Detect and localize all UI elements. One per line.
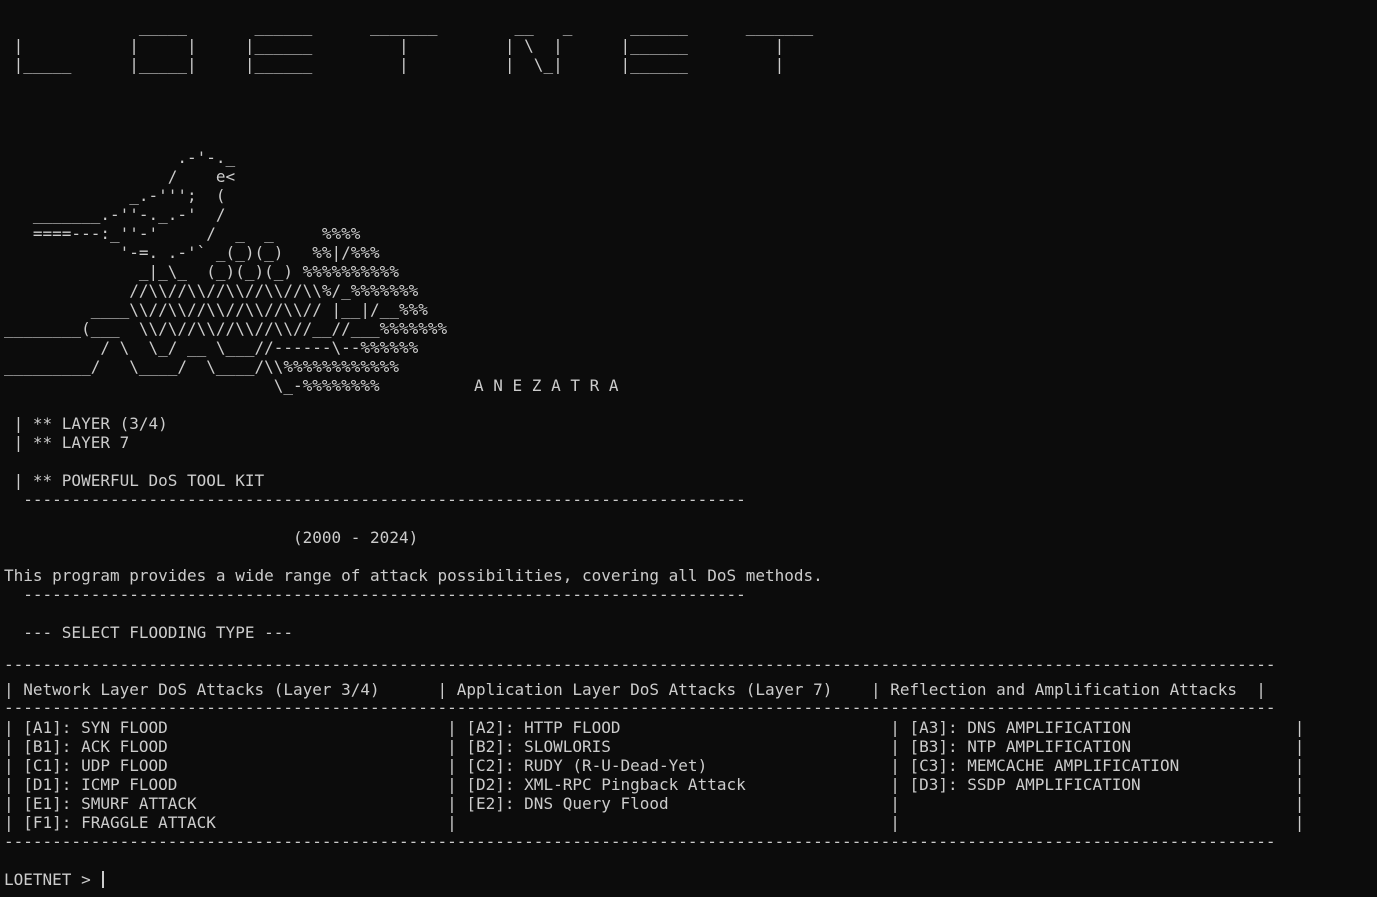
art-line-9: ____\\//\\//\\//\\//\\// |__|/__%%%: [4, 300, 428, 319]
art-line-4: _______.-''-._.-' /: [4, 205, 226, 224]
command-prompt[interactable]: LOETNET >: [4, 870, 105, 889]
layer-3-4-label: | ** LAYER (3/4): [4, 414, 168, 433]
divider-2: ----------------------------------------…: [4, 585, 746, 604]
toolkit-label: | ** POWERFUL DoS TOOL KIT: [4, 471, 265, 490]
art-line-7: _|_\_ (_)(_)(_) %%%%%%%%%%: [4, 262, 399, 281]
menu-border-bottom: ----------------------------------------…: [4, 832, 1276, 851]
menu-row-2: | [B1]: ACK FLOOD | [B2]: SLOWLORIS | [B…: [4, 737, 1305, 756]
logo-line-3: |_____ |_____| |______ | | \_| |______ |: [4, 55, 785, 74]
prompt-label: LOETNET >: [4, 870, 101, 889]
menu-row-3: | [C1]: UDP FLOOD | [C2]: RUDY (R-U-Dead…: [4, 756, 1305, 775]
text-cursor[interactable]: [102, 871, 105, 888]
art-line-10: ________(___ \\/\//\\//\\//\\//__//___%%…: [4, 319, 448, 338]
menu-row-1: | [A1]: SYN FLOOD | [A2]: HTTP FLOOD | […: [4, 718, 1305, 737]
years-label: (2000 - 2024): [4, 528, 419, 547]
art-line-8: //\\//\\//\\//\\//\\%/_%%%%%%%: [4, 281, 419, 300]
divider-1: ----------------------------------------…: [4, 490, 746, 509]
art-line-12: _________/ \____/ \____/\\%%%%%%%%%%%%: [4, 357, 399, 376]
menu-header-row: | Network Layer DoS Attacks (Layer 3/4) …: [4, 680, 1266, 699]
layer-7-label: | ** LAYER 7: [4, 433, 130, 452]
art-line-2: / e<: [4, 167, 236, 186]
logo-line-2: | | | |______ | | \ | |______ |: [4, 36, 785, 55]
art-line-3: _.-'''; (: [4, 186, 226, 205]
art-line-5: ====---:_''-' / _ _ %%%%: [4, 224, 361, 243]
art-line-11: / \ \_/ __ \___//------\--%%%%%%: [4, 338, 419, 357]
logo-line-1: _____ ______ _______ __ _ ______ _______: [4, 17, 814, 36]
art-line-1: .-'-._: [4, 148, 236, 167]
menu-row-4: | [D1]: ICMP FLOOD | [D2]: XML-RPC Pingb…: [4, 775, 1305, 794]
menu-row-6: | [F1]: FRAGGLE ATTACK | | |: [4, 813, 1305, 832]
author-credit: A N E Z A T R A: [474, 376, 619, 395]
select-heading: --- SELECT FLOODING TYPE ---: [4, 623, 293, 642]
art-line-13: \_-%%%%%%%%: [4, 376, 380, 395]
menu-border-top: ----------------------------------------…: [4, 655, 1276, 674]
menu-row-5: | [E1]: SMURF ATTACK | [E2]: DNS Query F…: [4, 794, 1305, 813]
terminal-window[interactable]: _____ ______ _______ __ _ ______ _______…: [0, 0, 1377, 897]
description-text: This program provides a wide range of at…: [4, 566, 823, 585]
art-line-6: '-=. .-'` _(_)(_) %%|/%%%: [4, 243, 380, 262]
menu-border-mid: ----------------------------------------…: [4, 698, 1276, 717]
